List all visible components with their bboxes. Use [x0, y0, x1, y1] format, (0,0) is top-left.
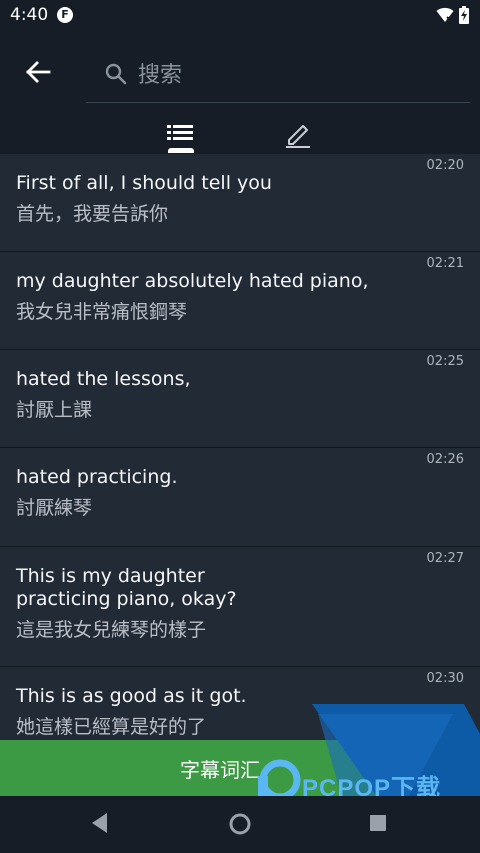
subtitle-list: 02:20 First of all, I should tell you 首先…: [0, 154, 480, 740]
search-icon: [105, 63, 127, 85]
item-english-text: my daughter absolutely hated piano,: [16, 270, 369, 292]
item-chinese-text: 這是我女兒練琴的樣子: [16, 619, 207, 641]
nav-home-icon[interactable]: [228, 812, 252, 836]
header: [0, 30, 480, 154]
nav-recents-icon[interactable]: [368, 813, 388, 833]
subtitle-item[interactable]: 02:27 This is my daughter practicing pia…: [0, 547, 480, 667]
item-english-text: This is my daughter practicing piano, ok…: [16, 565, 237, 610]
item-chinese-text: 首先，我要告訴你: [16, 203, 169, 225]
app-notification-icon: F: [57, 7, 73, 23]
item-timestamp: 02:21: [426, 256, 464, 271]
item-timestamp: 02:25: [426, 354, 464, 369]
subtitle-item[interactable]: 02:30 This is as good as it got. 她這樣已經算是…: [0, 667, 480, 740]
status-time: 4:40: [10, 5, 49, 25]
item-chinese-text: 我女兒非常痛恨鋼琴: [16, 301, 188, 323]
item-english-text: hated practicing.: [16, 466, 178, 488]
item-timestamp: 02:27: [426, 551, 464, 566]
item-chinese-text: 討厭練琴: [16, 497, 93, 519]
item-timestamp: 02:30: [426, 671, 464, 686]
search-box: [86, 50, 470, 103]
subtitle-vocab-label: 字幕词汇: [180, 757, 260, 782]
subtitle-item[interactable]: 02:26 hated practicing. 討厭練琴: [0, 448, 480, 547]
item-chinese-text: 討厭上課: [16, 399, 93, 421]
item-timestamp: 02:26: [426, 452, 464, 467]
nav-back-icon[interactable]: [90, 812, 110, 834]
back-button[interactable]: [18, 52, 58, 92]
list-icon: [167, 125, 193, 140]
active-tab-indicator: [168, 148, 194, 153]
status-bar: 4:40 F: [0, 0, 480, 30]
wifi-icon: [436, 7, 454, 22]
arrow-left-icon: [26, 61, 51, 83]
search-input[interactable]: [136, 56, 460, 94]
subtitle-item[interactable]: 02:25 hated the lessons, 討厭上課: [0, 350, 480, 448]
battery-charging-icon: [459, 6, 469, 24]
item-chinese-text: 她這樣已經算是好的了: [16, 716, 207, 738]
subtitle-item[interactable]: 02:20 First of all, I should tell you 首先…: [0, 154, 480, 252]
item-english-text: hated the lessons,: [16, 368, 191, 390]
tab-edit[interactable]: [268, 114, 328, 154]
system-nav-bar: [0, 796, 480, 853]
item-timestamp: 02:20: [426, 158, 464, 173]
pencil-icon: [286, 125, 310, 148]
item-english-text: First of all, I should tell you: [16, 172, 272, 194]
subtitle-item[interactable]: 02:21 my daughter absolutely hated piano…: [0, 252, 480, 350]
item-english-text: This is as good as it got.: [16, 685, 247, 707]
subtitle-vocab-button[interactable]: 字幕词汇: [0, 740, 480, 796]
